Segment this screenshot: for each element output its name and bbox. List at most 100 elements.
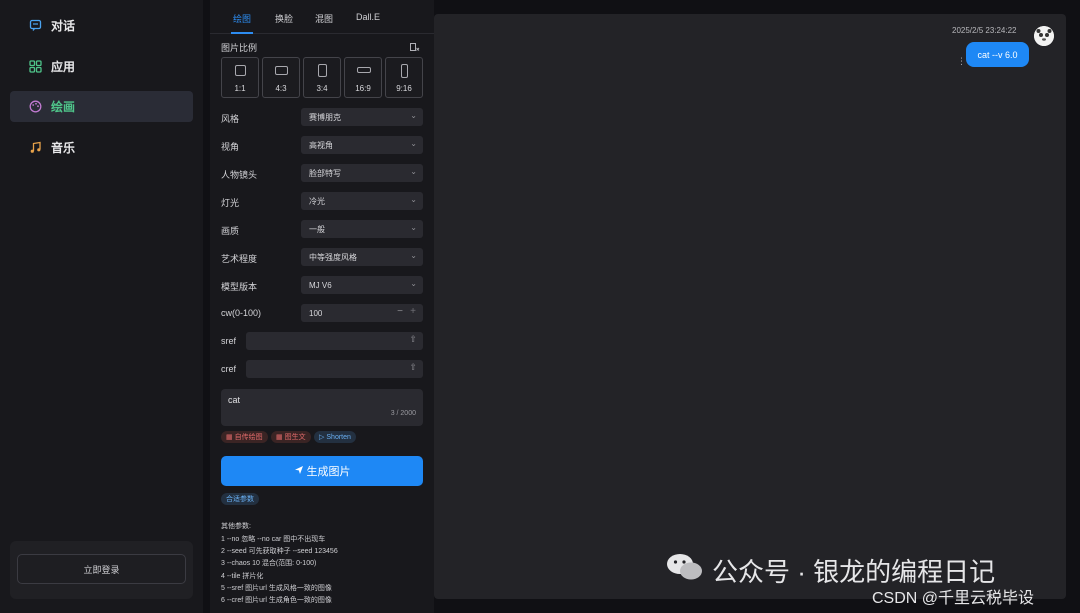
active-tab-indicator xyxy=(231,32,253,34)
ratio-option-1-1[interactable]: 1:1 xyxy=(221,57,259,98)
params-note-line: 4 --tile 拼片化 xyxy=(221,573,264,580)
image-icon: ▦ xyxy=(276,434,283,441)
plus-icon[interactable]: + xyxy=(410,306,416,317)
generate-label: 生成图片 xyxy=(306,466,351,478)
nav-item-chat[interactable]: 对话 xyxy=(10,10,193,41)
ratio-text: 9:16 xyxy=(396,84,412,93)
tab-bar: 绘图 换脸 混图 Dall.E xyxy=(210,0,434,34)
params-note-line: 1 --no 忽略 --no car 图中不出现车 xyxy=(221,536,326,543)
chip-label: 自传绘图 xyxy=(234,434,263,441)
upload-icon[interactable]: ⇧ xyxy=(409,362,417,373)
params-chip[interactable]: 合适参数 xyxy=(221,493,259,505)
art-level-select[interactable]: 中等强度风格 ⌄ xyxy=(301,248,423,266)
chevron-down-icon: ⌄ xyxy=(410,223,417,232)
cw-value: 100 xyxy=(309,308,323,318)
art-level-value: 中等强度风格 xyxy=(309,252,357,262)
shot-select[interactable]: 脸部特写 ⌄ xyxy=(301,164,423,182)
landscape-ratio-icon xyxy=(275,66,288,75)
nav-item-label: 音乐 xyxy=(51,141,76,155)
chevron-down-icon: ⌄ xyxy=(410,279,417,288)
chip-label: 图生文 xyxy=(284,434,306,441)
prompt-text: cat xyxy=(228,395,241,405)
more-options-icon[interactable]: ⋮ xyxy=(957,56,966,67)
chat-icon xyxy=(29,19,42,32)
model-value: MJ V6 xyxy=(309,280,332,290)
ratio-label: 图片比例 xyxy=(221,43,258,53)
chevron-down-icon: ⌄ xyxy=(410,251,417,260)
angle-value: 高视角 xyxy=(309,140,333,150)
quality-value: 一般 xyxy=(309,224,325,234)
minus-icon[interactable]: − xyxy=(397,306,403,317)
nav-item-label: 对话 xyxy=(51,19,76,33)
chevron-down-icon: ⌄ xyxy=(410,167,417,176)
square-ratio-icon xyxy=(235,65,246,76)
image-icon: ▦ xyxy=(226,434,233,441)
user-avatar xyxy=(1034,26,1054,46)
angle-select[interactable]: 高视角 ⌄ xyxy=(301,136,423,154)
chevron-down-icon: ⌄ xyxy=(410,139,417,148)
lighting-label: 灯光 xyxy=(221,198,240,208)
prompt-textarea[interactable]: cat 3 / 2000 xyxy=(221,389,423,426)
ratio-settings-icon[interactable] xyxy=(409,40,420,58)
tab-blend[interactable]: 混图 xyxy=(315,12,333,25)
trash-icon: ▷ xyxy=(319,434,325,441)
quality-select[interactable]: 一般 ⌄ xyxy=(301,220,423,238)
tab-faceswap[interactable]: 换脸 xyxy=(275,12,293,25)
params-note-line: 6 --cref 图片url 生成角色一致的图像 xyxy=(221,597,332,604)
params-note-line: 3 --chaos 10 混合(范围: 0-100) xyxy=(221,560,317,567)
wechat-icon xyxy=(666,552,704,589)
tall-ratio-icon xyxy=(401,64,408,78)
user-message-bubble[interactable]: cat --v 6.0 xyxy=(966,42,1029,67)
image-to-text-chip[interactable]: ▦ 图生文 xyxy=(271,431,311,443)
style-value: 赛博朋克 xyxy=(309,112,341,122)
nav-item-music[interactable]: 音乐 xyxy=(10,132,193,163)
ratio-text: 16:9 xyxy=(355,84,371,93)
ratio-option-9-16[interactable]: 9:16 xyxy=(385,57,423,98)
chip-label: Shorten xyxy=(326,433,351,441)
cref-label: cref xyxy=(221,364,237,374)
login-button[interactable]: 立即登录 xyxy=(17,554,186,584)
style-label: 风格 xyxy=(221,114,240,124)
auto-draw-chip[interactable]: ▦ 自传绘图 xyxy=(221,431,268,443)
watermark-line2: CSDN @千里云税毕设 xyxy=(872,590,1035,607)
music-note-icon xyxy=(29,141,42,154)
palette-icon xyxy=(29,100,42,113)
cw-number-input[interactable]: 100 − + xyxy=(301,304,423,322)
lighting-select[interactable]: 冷光 ⌄ xyxy=(301,192,423,210)
nav-item-apps[interactable]: 应用 xyxy=(10,51,193,82)
style-select[interactable]: 赛博朋克 ⌄ xyxy=(301,108,423,126)
cref-input[interactable]: ⇧ xyxy=(246,360,423,378)
params-note-line: 2 --seed 可先获取种子 --seed 123456 xyxy=(221,548,338,555)
chat-area xyxy=(434,14,1066,599)
portrait-ratio-icon xyxy=(318,64,327,77)
prompt-char-count: 3 / 2000 xyxy=(390,410,416,417)
apps-grid-icon xyxy=(29,60,42,73)
tab-dalle[interactable]: Dall.E xyxy=(356,12,380,22)
ratio-text: 1:1 xyxy=(234,84,246,93)
params-note-title: 其他参数: xyxy=(221,523,251,530)
lighting-value: 冷光 xyxy=(309,196,325,206)
model-select[interactable]: MJ V6 ⌄ xyxy=(301,276,423,294)
nav-item-label: 绘画 xyxy=(51,100,76,114)
shot-value: 脸部特写 xyxy=(309,168,341,178)
tab-draw[interactable]: 绘图 xyxy=(233,12,251,25)
nav-item-drawing[interactable]: 绘画 xyxy=(10,91,193,122)
chevron-down-icon: ⌄ xyxy=(410,111,417,120)
generate-image-button[interactable]: 生成图片 xyxy=(221,456,423,486)
cw-label: cw(0-100) xyxy=(221,308,262,318)
ratio-option-16-9[interactable]: 16:9 xyxy=(344,57,382,98)
model-label: 模型版本 xyxy=(221,282,258,292)
chevron-down-icon: ⌄ xyxy=(410,195,417,204)
sref-label: sref xyxy=(221,336,237,346)
nav-item-label: 应用 xyxy=(51,60,76,74)
shot-label: 人物镜头 xyxy=(221,170,258,180)
ratio-text: 3:4 xyxy=(316,84,328,93)
ratio-option-3-4[interactable]: 3:4 xyxy=(303,57,341,98)
shorten-chip[interactable]: ▷ Shorten xyxy=(314,431,356,443)
sidebar: 对话 应用 绘画 音乐 立即登录 xyxy=(0,0,203,613)
sref-input[interactable]: ⇧ xyxy=(246,332,423,350)
upload-icon[interactable]: ⇧ xyxy=(409,334,417,345)
quality-label: 画质 xyxy=(221,226,240,236)
params-note-line: 5 --sref 图片url 生成风格一致的图像 xyxy=(221,585,332,592)
ratio-option-4-3[interactable]: 4:3 xyxy=(262,57,300,98)
